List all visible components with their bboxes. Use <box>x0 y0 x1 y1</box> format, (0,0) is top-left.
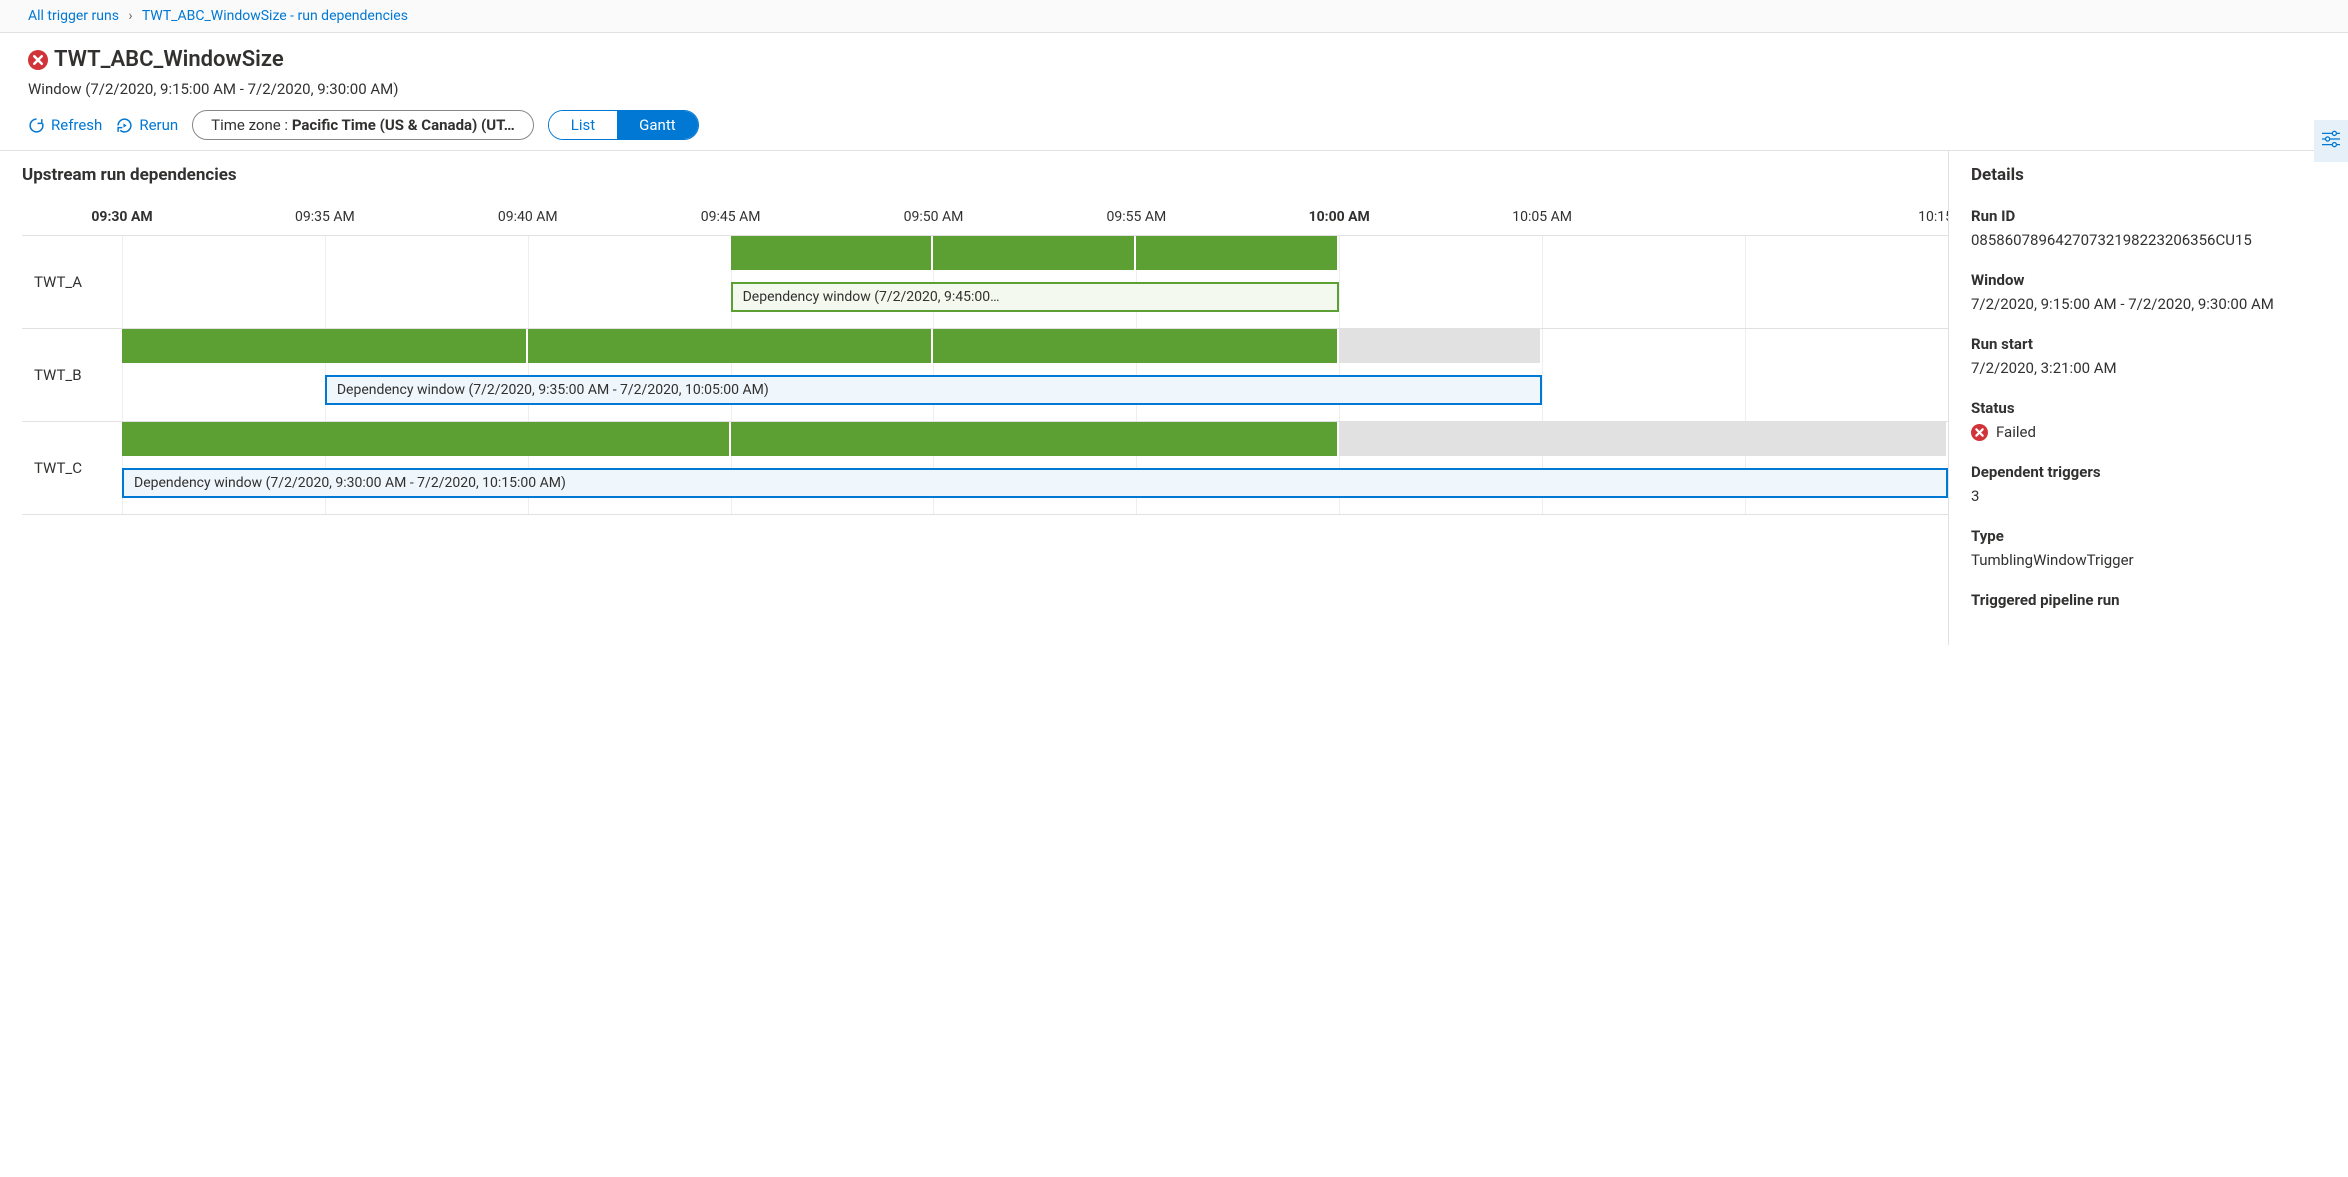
detail-field: Window 7/2/2020, 9:15:00 AM - 7/2/2020, 9… <box>1971 271 2326 313</box>
refresh-label: Refresh <box>51 116 102 134</box>
upstream-title: Upstream run dependencies <box>22 165 1948 185</box>
gantt-rows: TWT_A Dependency window (7/2/2020, 9:45:0… <box>22 235 1948 515</box>
detail-label: Run start <box>1971 335 2326 353</box>
failed-icon <box>1971 424 1988 441</box>
breadcrumb-root[interactable]: All trigger runs <box>28 8 119 24</box>
gantt-row: TWT_B Dependency window (7/2/2020, 9:35:0… <box>22 329 1948 422</box>
detail-value: 3 <box>1971 487 2326 505</box>
gantt-row: TWT_A Dependency window (7/2/2020, 9:45:0… <box>22 235 1948 329</box>
window-range-text: Window (7/2/2020, 9:15:00 AM - 7/2/2020,… <box>28 80 2320 98</box>
time-tick: 09:30 AM <box>91 209 152 225</box>
detail-label: Type <box>1971 527 2326 545</box>
page-header: TWT_ABC_WindowSize Window (7/2/2020, 9:1… <box>0 33 2348 151</box>
run-bar[interactable] <box>933 329 1339 363</box>
gantt-row: TWT_CDependency window (7/2/2020, 9:30:0… <box>22 422 1948 515</box>
detail-value: 7/2/2020, 9:15:00 AM - 7/2/2020, 9:30:00… <box>1971 295 2326 313</box>
details-heading: Details <box>1971 165 2326 185</box>
timezone-selector[interactable]: Time zone : Pacific Time (US & Canada) (… <box>192 110 534 140</box>
time-axis: 09:30 AM09:35 AM09:40 AM09:45 AM09:50 AM… <box>122 209 1948 229</box>
run-bar[interactable] <box>731 236 934 270</box>
main-layout: Upstream run dependencies 09:30 AM 09:35 … <box>0 151 2348 645</box>
detail-field: Run start 7/2/2020, 3:21:00 AM <box>1971 335 2326 377</box>
detail-field: Status Failed <box>1971 399 2326 441</box>
timezone-prefix: Time zone : <box>211 116 288 134</box>
row-label: TWT_C <box>22 422 122 514</box>
rerun-icon <box>116 117 133 134</box>
run-bar[interactable] <box>1136 236 1339 270</box>
time-tick: 09:45 AM <box>701 209 761 225</box>
detail-value: 08586078964270732198223206356CU15 <box>1971 231 2326 249</box>
detail-field: Run ID 08586078964270732198223206356CU15 <box>1971 207 2326 249</box>
breadcrumb: All trigger runs › TWT_ABC_WindowSize - … <box>0 0 2348 33</box>
time-tick: 09:55 AM <box>1106 209 1166 225</box>
detail-value: 7/2/2020, 3:21:00 AM <box>1971 359 2326 377</box>
rerun-button[interactable]: Rerun <box>116 116 178 134</box>
toggle-list[interactable]: List <box>549 111 617 139</box>
dependency-window[interactable]: Dependency window (7/2/2020, 9:35:00 AM … <box>325 375 1542 405</box>
settings-panel-button[interactable] <box>2314 120 2348 162</box>
details-panel: Details Run ID 08586078964270732198223206… <box>1948 151 2348 645</box>
refresh-icon <box>28 117 45 134</box>
run-bar[interactable] <box>528 329 934 363</box>
gantt-panel: Upstream run dependencies 09:30 AM 09:35 … <box>0 151 1948 645</box>
toggle-gantt[interactable]: Gantt <box>617 111 697 139</box>
detail-value: TumblingWindowTrigger <box>1971 551 2326 569</box>
time-tick: 10:00 AM <box>1309 209 1370 225</box>
rerun-label: Rerun <box>139 116 178 134</box>
detail-field: Type TumblingWindowTrigger <box>1971 527 2326 569</box>
detail-label: Run ID <box>1971 207 2326 225</box>
breadcrumb-sep: › <box>122 8 138 24</box>
detail-field: Triggered pipeline run <box>1971 591 2326 609</box>
detail-label: Window <box>1971 271 2326 289</box>
dependency-window[interactable]: Dependency window (7/2/2020, 9:30:00 AM … <box>122 468 1948 498</box>
row-label: TWT_B <box>22 329 122 421</box>
row-track: Dependency window (7/2/2020, 9:35:00 AM … <box>122 329 1948 421</box>
run-bar[interactable] <box>1339 422 1948 456</box>
time-tick: 10:05 AM <box>1512 209 1572 225</box>
detail-label: Status <box>1971 399 2326 417</box>
timezone-value: Pacific Time (US & Canada) (UT… <box>292 116 515 134</box>
status-value: Failed <box>1971 423 2326 441</box>
detail-field: Dependent triggers 3 <box>1971 463 2326 505</box>
breadcrumb-current[interactable]: TWT_ABC_WindowSize - run dependencies <box>142 8 408 24</box>
row-track: Dependency window (7/2/2020, 9:45:00… <box>122 236 1948 328</box>
run-bar[interactable] <box>122 329 528 363</box>
dependency-window[interactable]: Dependency window (7/2/2020, 9:45:00… <box>731 282 1340 312</box>
run-bar[interactable] <box>1339 329 1542 363</box>
run-bar[interactable] <box>933 236 1136 270</box>
time-tick: 10:15 AM <box>1918 209 1948 225</box>
run-bar[interactable] <box>731 422 1340 456</box>
refresh-button[interactable]: Refresh <box>28 116 102 134</box>
failed-status-icon <box>28 50 48 70</box>
detail-label: Dependent triggers <box>1971 463 2326 481</box>
row-label: TWT_A <box>22 236 122 328</box>
time-tick: 09:35 AM <box>295 209 355 225</box>
detail-label: Triggered pipeline run <box>1971 591 2326 609</box>
time-tick: 09:40 AM <box>498 209 558 225</box>
run-bar[interactable] <box>122 422 731 456</box>
time-tick: 09:50 AM <box>904 209 964 225</box>
timeline: 09:30 AM 09:35 AM 09:40 AM 09:45 AM 09:50 AM… <box>22 209 1948 515</box>
page-title: TWT_ABC_WindowSize <box>54 47 284 72</box>
row-track: Dependency window (7/2/2020, 9:30:00 AM … <box>122 422 1948 514</box>
view-toggle: List Gantt <box>548 110 699 140</box>
sliders-icon <box>2322 130 2340 148</box>
